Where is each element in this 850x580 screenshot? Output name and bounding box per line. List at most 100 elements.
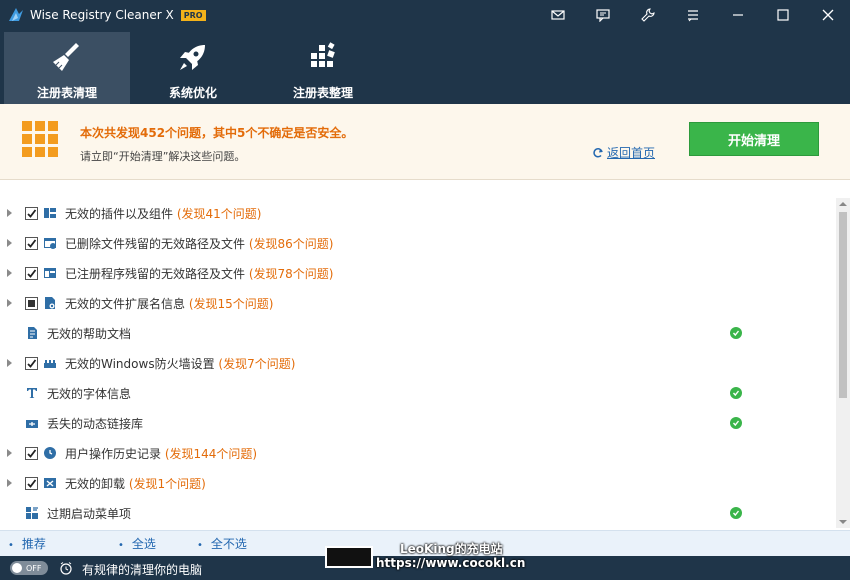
item-label: 无效的Windows防火墙设置 bbox=[65, 356, 215, 371]
list-item[interactable]: 丢失的动态链接库 bbox=[0, 408, 836, 438]
list-item[interactable]: 无效的卸载 (发现1个问题) bbox=[0, 468, 836, 498]
list-item[interactable]: 无效的Windows防火墙设置 (发现7个问题) bbox=[0, 348, 836, 378]
back-home-link[interactable]: 返回首页 bbox=[592, 144, 655, 161]
item-checkbox[interactable] bbox=[25, 446, 38, 460]
expand-arrow-icon[interactable] bbox=[7, 299, 12, 307]
expand-arrow-icon[interactable] bbox=[7, 359, 12, 367]
back-home-label: 返回首页 bbox=[607, 146, 656, 160]
watermark-box bbox=[325, 546, 373, 568]
tab-label: 注册表整理 bbox=[292, 86, 353, 100]
mail-icon[interactable] bbox=[535, 0, 580, 30]
tab-registry-defrag[interactable]: 注册表整理 bbox=[260, 32, 386, 104]
tools-icon[interactable] bbox=[625, 0, 670, 30]
list-item[interactable]: 无效的插件以及组件 (发现41个问题) bbox=[0, 198, 836, 228]
pro-badge: PRO bbox=[180, 9, 206, 21]
item-label: 丢失的动态链接库 bbox=[47, 416, 144, 431]
list-scrollbar[interactable] bbox=[836, 198, 850, 528]
tab-label: 系统优化 bbox=[168, 86, 217, 100]
title-bar: Wise Registry Cleaner X PRO bbox=[0, 0, 850, 30]
list-item[interactable]: 用户操作历史记录 (发现144个问题) bbox=[0, 438, 836, 468]
expand-arrow-icon[interactable] bbox=[7, 269, 12, 277]
item-label: 无效的插件以及组件 bbox=[65, 206, 174, 221]
scroll-down-icon[interactable] bbox=[839, 520, 847, 524]
menu-icon[interactable] bbox=[670, 0, 715, 30]
tab-system-tuneup[interactable]: 系统优化 bbox=[130, 32, 256, 104]
firewall-icon bbox=[44, 360, 56, 368]
item-checkbox[interactable] bbox=[25, 206, 38, 220]
file-ext-icon bbox=[45, 297, 55, 309]
summary-headline: 本次共发现452个问题，其中5个不确定是否安全。 bbox=[80, 126, 354, 140]
item-checkbox[interactable] bbox=[25, 296, 38, 310]
tab-registry-cleaner[interactable]: 注册表清理 bbox=[4, 32, 130, 104]
item-label: 过期启动菜单项 bbox=[47, 506, 132, 521]
rocket-icon bbox=[180, 45, 205, 70]
item-checkbox[interactable] bbox=[25, 236, 38, 250]
list-item[interactable]: 无效的文件扩展名信息 (发现15个问题) bbox=[0, 288, 836, 318]
schedule-text: 有规律的清理你的电脑 bbox=[82, 563, 203, 577]
item-label: 用户操作历史记录 bbox=[65, 446, 162, 461]
item-label: 无效的帮助文档 bbox=[47, 326, 132, 341]
alarm-clock-icon bbox=[60, 562, 72, 575]
maximize-icon[interactable] bbox=[760, 0, 805, 30]
item-checkbox[interactable] bbox=[25, 356, 38, 370]
item-found-count: (发现15个问题) bbox=[188, 296, 274, 311]
toggle-state: OFF bbox=[26, 563, 42, 573]
watermark-url: https://www.cocokl.cn bbox=[376, 556, 526, 570]
item-found-count: (发现7个问题) bbox=[218, 356, 296, 371]
refresh-icon bbox=[593, 147, 603, 158]
feedback-icon[interactable] bbox=[580, 0, 625, 30]
ok-status-icon bbox=[730, 417, 742, 429]
list-item[interactable]: 无效的帮助文档 bbox=[0, 318, 836, 348]
ok-status-icon bbox=[730, 327, 742, 339]
item-label: 无效的卸载 bbox=[65, 476, 126, 491]
scroll-up-icon[interactable] bbox=[839, 202, 847, 206]
scan-summary-banner: 本次共发现452个问题，其中5个不确定是否安全。 请立即“开始清理”解决这些问题… bbox=[0, 104, 850, 180]
expand-arrow-icon[interactable] bbox=[7, 209, 12, 217]
item-found-count: (发现41个问题) bbox=[176, 206, 262, 221]
expand-arrow-icon[interactable] bbox=[7, 449, 12, 457]
item-found-count: (发现86个问题) bbox=[248, 236, 334, 251]
item-checkbox[interactable] bbox=[25, 266, 38, 280]
ok-status-icon bbox=[730, 507, 742, 519]
ok-status-icon bbox=[730, 387, 742, 399]
minimize-icon[interactable] bbox=[715, 0, 760, 30]
expand-arrow-icon[interactable] bbox=[7, 239, 12, 247]
select-all-link[interactable]: 全选 bbox=[118, 535, 156, 552]
item-found-count: (发现78个问题) bbox=[248, 266, 334, 281]
select-none-link[interactable]: 全不选 bbox=[197, 535, 247, 552]
history-icon bbox=[44, 447, 56, 459]
summary-subtext: 请立即“开始清理”解决这些问题。 bbox=[80, 150, 246, 163]
registry-grid-icon bbox=[22, 121, 58, 157]
scheduled-clean-toggle[interactable]: OFF bbox=[10, 561, 48, 575]
program-icon bbox=[44, 268, 56, 278]
item-label: 无效的文件扩展名信息 bbox=[65, 296, 186, 311]
item-checkbox[interactable] bbox=[25, 476, 38, 490]
scan-results-list: 无效的插件以及组件 (发现41个问题) 已删除文件残留的无效路径及文件 (发现8… bbox=[0, 198, 836, 528]
tab-label: 注册表清理 bbox=[36, 86, 97, 100]
scroll-thumb[interactable] bbox=[839, 212, 847, 398]
plugin-icon bbox=[44, 208, 56, 218]
item-label: 无效的字体信息 bbox=[47, 386, 132, 401]
font-icon bbox=[27, 388, 37, 398]
main-nav: 注册表清理 系统优化 注册表整理 bbox=[0, 30, 850, 104]
item-label: 已注册程序残留的无效路径及文件 bbox=[65, 266, 246, 281]
app-logo-icon bbox=[9, 8, 23, 21]
start-clean-button[interactable]: 开始清理 bbox=[689, 122, 819, 156]
list-item[interactable]: 已注册程序残留的无效路径及文件 (发现78个问题) bbox=[0, 258, 836, 288]
watermark-title: LeoKing的充电站 bbox=[400, 542, 503, 556]
uninstall-icon bbox=[44, 478, 56, 488]
expand-arrow-icon[interactable] bbox=[7, 479, 12, 487]
list-item[interactable]: 过期启动菜单项 bbox=[0, 498, 836, 528]
list-item[interactable]: 已删除文件残留的无效路径及文件 (发现86个问题) bbox=[0, 228, 836, 258]
item-label: 已删除文件残留的无效路径及文件 bbox=[65, 236, 246, 251]
defrag-icon bbox=[311, 42, 335, 67]
close-icon[interactable] bbox=[805, 0, 850, 30]
startmenu-icon bbox=[26, 507, 38, 519]
help-doc-icon bbox=[28, 327, 37, 339]
broom-icon bbox=[53, 43, 79, 71]
toggle-knob bbox=[12, 563, 22, 573]
app-title: Wise Registry Cleaner X bbox=[30, 8, 174, 22]
select-recommended-link[interactable]: 推荐 bbox=[8, 535, 46, 552]
deleted-file-icon bbox=[44, 238, 56, 249]
list-item[interactable]: 无效的字体信息 bbox=[0, 378, 836, 408]
